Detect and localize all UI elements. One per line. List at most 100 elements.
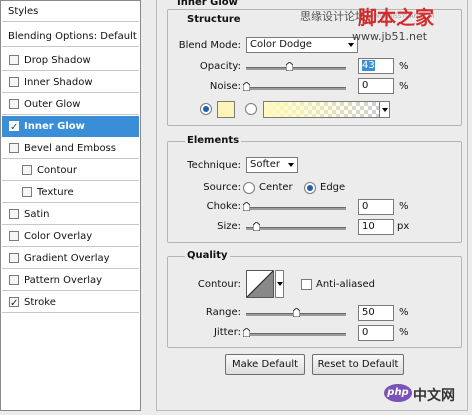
range-input[interactable]: 50 — [358, 305, 394, 321]
contour-curve-icon — [247, 271, 273, 297]
style-item-label: Color Overlay — [24, 231, 93, 242]
inner-glow-panel: Inner Glow Structure Blend Mode: Color D… — [156, 0, 468, 411]
style-item-checkbox[interactable] — [9, 99, 19, 109]
jitter-slider-thumb[interactable] — [243, 328, 250, 337]
choke-slider-thumb[interactable] — [243, 202, 250, 211]
style-item-checkbox[interactable] — [9, 117, 19, 138]
blending-options-item[interactable]: Blending Options: Default — [2, 26, 139, 47]
source-edge-radio[interactable] — [304, 182, 316, 194]
php-logo: php — [384, 384, 412, 402]
make-default-button[interactable]: Make Default — [225, 354, 305, 375]
reset-to-default-button[interactable]: Reset to Default — [312, 354, 404, 375]
style-item-texture[interactable]: Texture — [2, 182, 139, 203]
source-center-label: Center — [259, 182, 293, 193]
watermark-jb51-url: www.jb51.net — [352, 30, 428, 43]
gradient-preview[interactable] — [263, 101, 380, 118]
style-item-contour[interactable]: Contour — [2, 160, 139, 181]
style-item-checkbox[interactable] — [22, 187, 32, 197]
gradient-chevron-down-icon[interactable] — [379, 101, 390, 118]
style-item-label: Stroke — [24, 297, 56, 308]
opacity-slider-track[interactable] — [246, 67, 346, 70]
source-label: Source: — [203, 182, 241, 193]
size-input[interactable]: 10 — [358, 219, 394, 235]
technique-label: Technique: — [187, 160, 241, 171]
style-item-label: Inner Shadow — [24, 77, 93, 88]
opacity-label: Opacity: — [199, 61, 241, 72]
style-item-label: Contour — [37, 165, 77, 176]
chevron-down-icon — [348, 43, 354, 47]
choke-unit: % — [399, 201, 409, 212]
style-item-checkbox[interactable] — [9, 275, 19, 285]
size-slider-thumb[interactable] — [253, 222, 260, 231]
style-item-label: Bevel and Emboss — [24, 143, 116, 154]
style-item-stroke[interactable]: Stroke — [2, 292, 139, 314]
source-center-radio[interactable] — [243, 182, 255, 194]
quality-title: Quality — [185, 250, 230, 261]
jitter-unit: % — [399, 327, 409, 338]
style-item-checkbox[interactable] — [22, 165, 32, 175]
styles-header-label: Styles — [8, 6, 39, 17]
style-item-checkbox[interactable] — [9, 77, 19, 87]
noise-slider-thumb[interactable] — [243, 82, 250, 91]
range-label: Range: — [205, 307, 241, 318]
jitter-input[interactable]: 0 — [358, 325, 394, 341]
choke-slider-track[interactable] — [246, 207, 346, 210]
opacity-unit: % — [399, 61, 409, 72]
choke-input[interactable]: 0 — [358, 199, 394, 215]
contour-chevron-down-icon[interactable] — [275, 270, 284, 298]
noise-unit: % — [399, 81, 409, 92]
noise-input[interactable]: 0 — [358, 78, 394, 94]
range-slider-thumb[interactable] — [293, 308, 300, 317]
style-item-bevel-and-emboss[interactable]: Bevel and Emboss — [2, 138, 139, 159]
style-item-label: Drop Shadow — [24, 55, 91, 66]
style-item-label: Texture — [37, 187, 74, 198]
contour-preview[interactable] — [246, 270, 274, 298]
blend-mode-label: Blend Mode: — [178, 40, 241, 51]
chevron-down-icon — [288, 163, 294, 167]
solid-color-radio[interactable] — [200, 103, 212, 115]
style-item-checkbox[interactable] — [9, 143, 19, 153]
elements-title: Elements — [185, 135, 242, 146]
style-item-label: Pattern Overlay — [24, 275, 103, 286]
style-item-pattern-overlay[interactable]: Pattern Overlay — [2, 270, 139, 291]
opacity-slider-thumb[interactable] — [286, 62, 293, 71]
style-item-label: Outer Glow — [24, 99, 81, 110]
watermark-php-cn: 中文网 — [413, 388, 455, 404]
anti-aliased-label: Anti-aliased — [316, 279, 376, 290]
style-item-gradient-overlay[interactable]: Gradient Overlay — [2, 248, 139, 269]
contour-label: Contour: — [197, 279, 241, 290]
choke-label: Choke: — [206, 201, 241, 212]
opacity-input[interactable]: 43 — [358, 58, 394, 74]
panel-title: Inner Glow — [175, 0, 240, 8]
style-item-checkbox[interactable] — [9, 293, 19, 314]
blend-mode-select[interactable]: Color Dodge — [246, 37, 358, 53]
size-unit: px — [397, 221, 410, 232]
blend-mode-value: Color Dodge — [250, 39, 312, 50]
styles-list: Styles Blending Options: Default Drop Sh… — [0, 0, 141, 411]
style-item-color-overlay[interactable]: Color Overlay — [2, 226, 139, 247]
style-item-label: Inner Glow — [24, 121, 85, 132]
anti-aliased-checkbox[interactable] — [301, 279, 312, 290]
size-label: Size: — [217, 221, 241, 232]
glow-color-swatch[interactable] — [217, 101, 235, 118]
source-edge-label: Edge — [320, 182, 346, 193]
style-item-inner-glow[interactable]: Inner Glow — [2, 116, 139, 138]
style-item-checkbox[interactable] — [9, 253, 19, 263]
range-unit: % — [399, 307, 409, 318]
style-item-drop-shadow[interactable]: Drop Shadow — [2, 50, 139, 71]
style-item-satin[interactable]: Satin — [2, 204, 139, 225]
technique-select[interactable]: Softer — [246, 157, 298, 173]
styles-header[interactable]: Styles — [2, 1, 139, 22]
blending-options-label: Blending Options: Default — [8, 31, 137, 42]
style-item-inner-shadow[interactable]: Inner Shadow — [2, 72, 139, 93]
watermark-cn-forum: 思缘设计论坛 — [300, 10, 366, 23]
style-item-checkbox[interactable] — [9, 209, 19, 219]
noise-slider-track[interactable] — [246, 87, 346, 90]
noise-label: Noise: — [209, 81, 241, 92]
style-item-outer-glow[interactable]: Outer Glow — [2, 94, 139, 115]
size-slider-track[interactable] — [246, 227, 346, 230]
jitter-slider-track[interactable] — [246, 333, 346, 336]
style-item-checkbox[interactable] — [9, 55, 19, 65]
style-item-checkbox[interactable] — [9, 231, 19, 241]
gradient-radio[interactable] — [245, 103, 257, 115]
